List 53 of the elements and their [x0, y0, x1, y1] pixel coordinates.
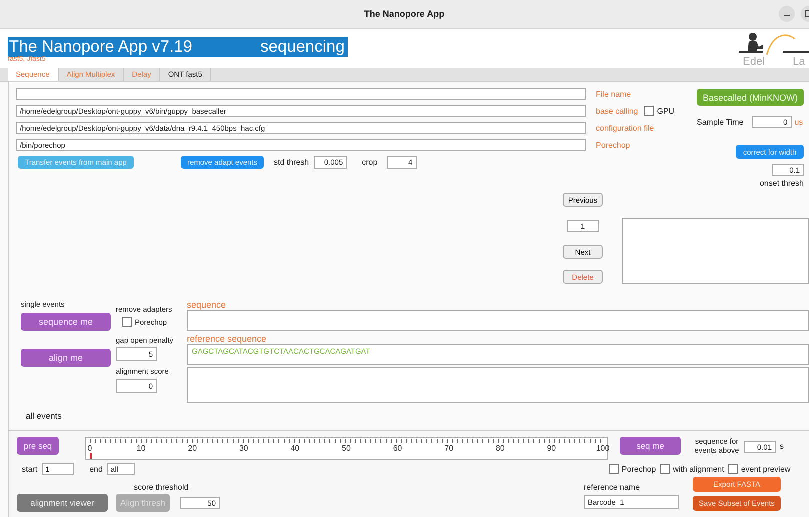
tick-label: 40 — [290, 444, 300, 453]
field-label: std thresh — [274, 158, 310, 167]
tick-label: 100 — [596, 444, 610, 453]
field-label: sequence — [187, 300, 228, 310]
app-title: The Nanopore App v7.19 — [8, 38, 192, 56]
checkbox[interactable] — [728, 464, 738, 474]
checkbox[interactable] — [608, 464, 619, 474]
tick-label: 30 — [239, 444, 248, 453]
align-me-button[interactable]: align me — [21, 349, 111, 367]
tick-label: 60 — [393, 444, 402, 453]
text-area[interactable] — [622, 218, 809, 284]
unit-label: s — [780, 442, 784, 453]
checkbox[interactable] — [660, 464, 670, 474]
field-label: File name — [596, 90, 632, 98]
checkbox-label: with alignment — [673, 464, 724, 474]
window-title: The Nanopore App — [364, 9, 445, 19]
checkbox[interactable] — [644, 106, 654, 116]
pre-seq-button[interactable]: pre seq — [17, 437, 59, 455]
tick-label: 10 — [136, 444, 146, 453]
field-label: onset thresh — [760, 179, 804, 188]
tick-label: 50 — [342, 444, 351, 453]
checkbox[interactable] — [122, 317, 132, 327]
field-label: base calling — [596, 106, 638, 116]
tick-label: 70 — [444, 444, 454, 453]
field-label: score threshold — [134, 483, 190, 492]
checkbox-label: event preview — [741, 464, 791, 474]
alignment-viewer-button[interactable]: alignment viewer — [17, 494, 108, 512]
logo-text: La — [793, 56, 806, 68]
checkbox-label: Porechop — [622, 464, 656, 474]
checkbox-label: GPU — [657, 106, 675, 116]
sequence-me-button[interactable]: sequence me — [21, 313, 111, 331]
field-label: configuration file — [596, 124, 654, 132]
tick-label: 80 — [496, 444, 505, 453]
text-area[interactable] — [187, 367, 809, 403]
field-label: reference name — [584, 483, 642, 492]
unit-label: us — [794, 118, 804, 126]
seq-me-button[interactable]: seq me — [620, 437, 681, 455]
path-field[interactable] — [16, 88, 586, 100]
field-label: Sample Time — [697, 118, 744, 126]
field-label: crop — [362, 158, 378, 167]
tick-label: 0 — [88, 444, 92, 453]
field-label: end — [90, 464, 103, 474]
field-label: start — [22, 464, 38, 474]
range-slider[interactable]: 0 10 20 30 40 50 60 70 80 90 100 — [85, 437, 608, 460]
logo-text: Edel — [743, 56, 766, 68]
mode-label: sequencing — [260, 38, 345, 56]
field-label: reference sequence — [187, 334, 268, 344]
logo-drawing — [739, 31, 809, 57]
field-label: Porechop — [596, 140, 630, 150]
section-label: all events — [26, 411, 63, 421]
tick-label: 90 — [547, 444, 556, 453]
sequence-field[interactable] — [187, 310, 809, 331]
tick-label: 20 — [188, 444, 198, 453]
